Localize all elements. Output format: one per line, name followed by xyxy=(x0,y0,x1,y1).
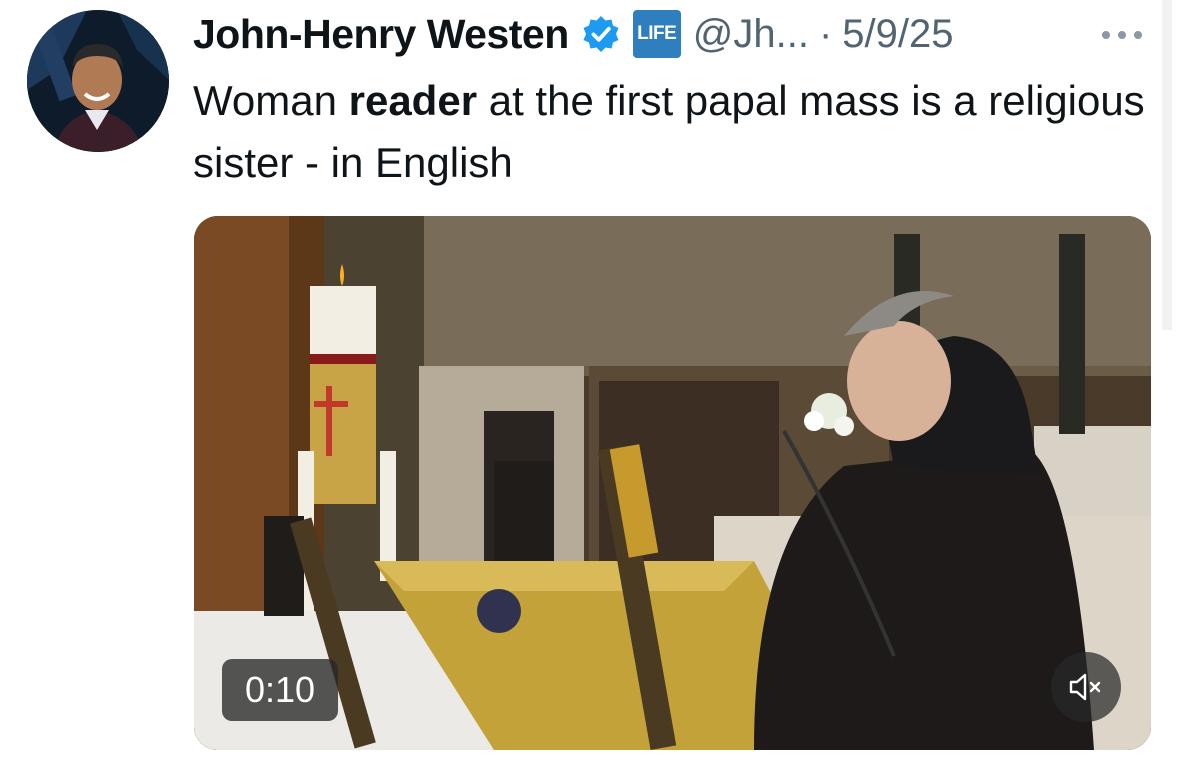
scrollbar[interactable] xyxy=(1162,0,1172,330)
author-name[interactable]: John-Henry Westen xyxy=(193,11,569,58)
avatar-image xyxy=(27,10,169,152)
muted-speaker-icon[interactable] xyxy=(1051,652,1121,722)
avatar[interactable] xyxy=(27,10,169,152)
more-icon[interactable] xyxy=(1100,20,1144,46)
tweet-text-before: Woman xyxy=(193,77,349,124)
tweet-date[interactable]: 5/9/25 xyxy=(842,12,953,57)
verified-badge-icon[interactable] xyxy=(581,14,621,54)
author-handle[interactable]: @Jh... xyxy=(693,12,809,57)
separator-dot: · xyxy=(818,11,833,56)
tweet-text: Woman reader at the first papal mass is … xyxy=(193,70,1153,194)
affiliate-badge[interactable]: LIFE xyxy=(632,10,681,58)
video-duration: 0:10 xyxy=(222,659,338,721)
video-player[interactable]: 0:10 xyxy=(194,216,1151,750)
tweet-text-bold: reader xyxy=(348,77,478,124)
tweet-header: John-Henry Westen LIFE @Jh... · 5/9/25 xyxy=(193,8,954,60)
